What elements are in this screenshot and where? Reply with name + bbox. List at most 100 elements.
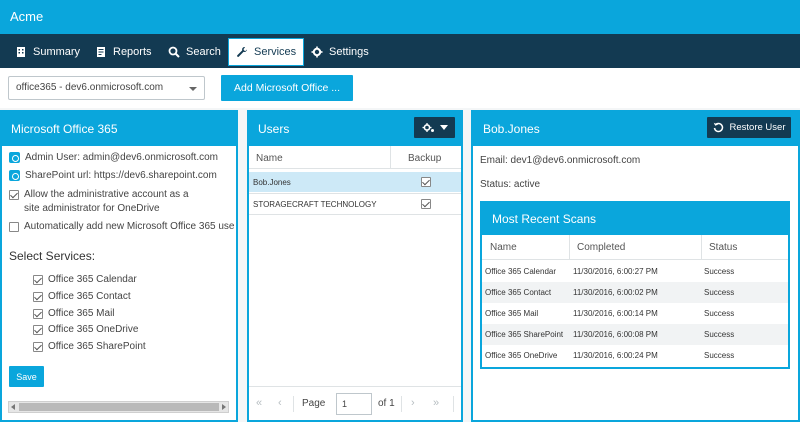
nav-settings-label: Settings — [329, 46, 369, 58]
scan-name-cell: Office 365 Calendar — [485, 267, 557, 276]
backup-checkbox[interactable] — [421, 177, 431, 187]
service-label: Office 365 Calendar — [48, 274, 137, 285]
auto-add-label: Automatically add new Microsoft Office 3… — [24, 221, 234, 232]
header-divider — [482, 259, 788, 260]
scans-col-name[interactable]: Name — [490, 242, 517, 253]
service-label: Office 365 Mail — [48, 308, 115, 319]
page-number-input[interactable]: 1 — [336, 393, 372, 415]
nav-reports[interactable]: Reports — [88, 39, 159, 65]
last-page-icon[interactable]: » — [433, 397, 439, 409]
auto-add-row[interactable]: Automatically add new Microsoft Office 3… — [9, 221, 234, 232]
app-header: Acme — [0, 0, 800, 34]
table-row[interactable]: STORAGECRAFT TECHNOLOGY — [249, 194, 461, 214]
select-services-label: Select Services: — [9, 249, 96, 263]
user-name-cell: Bob.Jones — [253, 177, 291, 187]
allow-admin-label-2: site administrator for OneDrive — [24, 203, 160, 214]
table-row: Office 365 Mail 11/30/2016, 6:00:14 PM S… — [482, 303, 788, 324]
backup-checkbox[interactable] — [421, 199, 431, 209]
service-checkbox[interactable] — [33, 274, 43, 285]
service-item[interactable]: Office 365 Contact — [33, 291, 131, 302]
user-email: Email: dev1@dev6.onmicrosoft.com — [480, 155, 641, 166]
control-bar: office365 - dev6.onmicrosoft.com Add Mic… — [0, 68, 800, 108]
scan-name-cell: Office 365 SharePoint — [485, 330, 564, 339]
pager-page-label: Page — [302, 398, 326, 409]
pager-of-label: of 1 — [378, 398, 395, 409]
users-actions-button[interactable] — [414, 117, 455, 138]
prev-page-icon[interactable]: ‹ — [278, 397, 282, 409]
user-status: Status: active — [480, 179, 541, 190]
pager-divider — [453, 396, 454, 412]
pager-divider — [401, 396, 402, 412]
scan-name-cell: Office 365 OneDrive — [485, 351, 558, 360]
allow-admin-row[interactable]: Allow the administrative account as a — [9, 189, 189, 200]
service-item[interactable]: Office 365 SharePoint — [33, 341, 146, 352]
service-checkbox[interactable] — [33, 341, 43, 352]
service-item[interactable]: Office 365 OneDrive — [33, 324, 138, 335]
nav-summary[interactable]: Summary — [8, 39, 87, 65]
nav-search[interactable]: Search — [161, 39, 228, 65]
table-row: Office 365 OneDrive 11/30/2016, 6:00:24 … — [482, 345, 788, 366]
app-title: Acme — [10, 9, 44, 24]
allow-admin-row-2: site administrator for OneDrive — [24, 203, 160, 214]
tenant-select[interactable]: office365 - dev6.onmicrosoft.com — [8, 76, 205, 100]
scans-col-status[interactable]: Status — [709, 242, 737, 253]
sharepoint-url-text: SharePoint url: https://dev6.sharepoint.… — [25, 170, 217, 181]
recent-scans-header: Most Recent Scans — [482, 203, 788, 235]
save-button[interactable]: Save — [9, 366, 44, 387]
service-item[interactable]: Office 365 Calendar — [33, 274, 137, 285]
pager-divider — [293, 396, 294, 412]
scans-col-completed[interactable]: Completed — [577, 242, 625, 253]
recent-scans-title: Most Recent Scans — [492, 212, 597, 226]
restore-user-label: Restore User — [729, 122, 786, 133]
admin-user-row: Admin User: admin@dev6.onmicrosoft.com — [9, 152, 218, 163]
table-row: Office 365 Calendar 11/30/2016, 6:00:27 … — [482, 261, 788, 282]
scan-completed-cell: 11/30/2016, 6:00:27 PM — [573, 267, 658, 276]
nav-search-label: Search — [186, 46, 221, 58]
scan-name-cell: Office 365 Contact — [485, 288, 552, 297]
allow-admin-checkbox[interactable] — [9, 189, 19, 200]
scan-completed-cell: 11/30/2016, 6:00:24 PM — [573, 351, 658, 360]
scan-status-cell: Success — [704, 309, 735, 318]
next-page-icon[interactable]: › — [411, 397, 415, 409]
row-divider — [249, 214, 461, 215]
scan-status-cell: Success — [704, 351, 735, 360]
restore-user-button[interactable]: Restore User — [707, 117, 791, 138]
column-divider — [390, 146, 391, 168]
nav-services[interactable]: Services — [228, 38, 305, 66]
service-label: Office 365 Contact — [48, 291, 131, 302]
scan-completed-cell: 11/30/2016, 6:00:08 PM — [573, 330, 658, 339]
table-row: Office 365 Contact 11/30/2016, 6:00:02 P… — [482, 282, 788, 303]
nav-reports-label: Reports — [113, 46, 152, 58]
admin-user-text: Admin User: admin@dev6.onmicrosoft.com — [25, 152, 218, 163]
service-label: Office 365 OneDrive — [48, 324, 139, 335]
horizontal-scrollbar[interactable] — [8, 401, 229, 413]
table-row: Office 365 SharePoint 11/30/2016, 6:00:0… — [482, 324, 788, 345]
scan-completed-cell: 11/30/2016, 6:00:14 PM — [573, 309, 658, 318]
first-page-icon[interactable]: « — [256, 397, 262, 409]
users-col-name[interactable]: Name — [256, 153, 283, 164]
gear-icon — [422, 123, 434, 132]
scroll-right-icon[interactable] — [222, 404, 226, 410]
service-checkbox[interactable] — [33, 308, 43, 319]
reports-icon — [97, 47, 105, 57]
wrench-icon — [237, 47, 247, 57]
scrollbar-thumb[interactable] — [19, 403, 219, 411]
column-divider — [701, 235, 702, 259]
users-col-backup[interactable]: Backup — [408, 153, 441, 164]
service-checkbox[interactable] — [33, 324, 43, 335]
auto-add-checkbox[interactable] — [9, 221, 19, 232]
add-office365-button[interactable]: Add Microsoft Office ... — [221, 75, 353, 101]
select-services-heading: Select Services: — [9, 249, 95, 263]
main-nav: Summary Reports Search Services Settings — [0, 34, 800, 68]
scroll-left-icon[interactable] — [11, 404, 15, 410]
scan-completed-cell: 11/30/2016, 6:00:02 PM — [573, 288, 658, 297]
chevron-down-icon — [189, 87, 197, 91]
service-item[interactable]: Office 365 Mail — [33, 308, 115, 319]
nav-settings[interactable]: Settings — [304, 39, 376, 65]
users-panel-title: Users — [258, 122, 290, 136]
service-checkbox[interactable] — [33, 291, 43, 302]
scan-status-cell: Success — [704, 330, 735, 339]
table-row[interactable]: Bob.Jones — [249, 172, 461, 192]
column-divider — [569, 235, 570, 259]
sharepoint-url-row: SharePoint url: https://dev6.sharepoint.… — [9, 170, 217, 181]
